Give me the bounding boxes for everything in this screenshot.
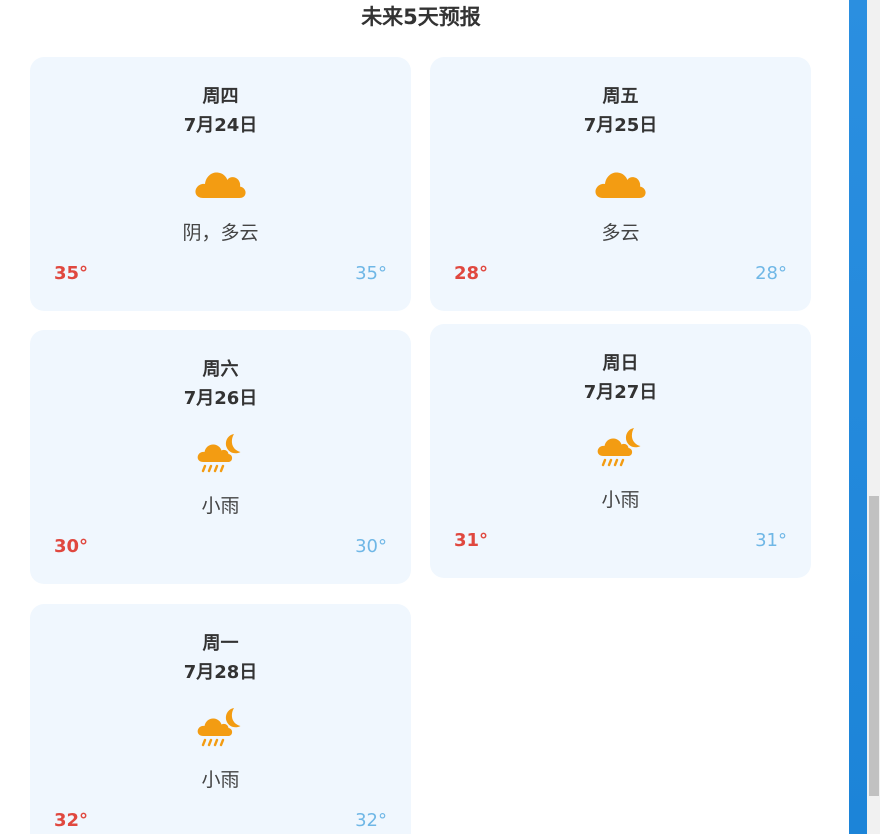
scrollbar-thumb[interactable] (869, 496, 879, 796)
temp-high: 30° (54, 536, 89, 557)
temp-low: 30° (355, 536, 387, 557)
forecast-card-friday: 周五 7月25日 多云 28° 28° (430, 57, 811, 311)
cloud-icon (593, 157, 649, 205)
temp-high: 31° (454, 530, 489, 551)
temp-low: 31° (755, 530, 787, 551)
forecast-card-saturday: 周六 7月26日 小雨 30° 30° (30, 330, 411, 584)
forecast-date: 7月26日 (183, 388, 258, 409)
night-rain-icon (593, 424, 649, 472)
forecast-description: 多云 (601, 222, 640, 244)
forecast-weekday: 周日 (602, 353, 639, 374)
forecast-description: 阴，多云 (182, 222, 259, 244)
temp-high: 32° (54, 810, 89, 831)
forecast-card-sunday: 周日 7月27日 小雨 31° 31° (430, 324, 811, 578)
forecast-card-thursday: 周四 7月24日 阴，多云 35° 35° (30, 57, 411, 311)
section-title: 未来5天预报 (361, 5, 481, 29)
forecast-date: 7月28日 (183, 662, 258, 683)
temp-low: 32° (355, 810, 387, 831)
temp-low: 28° (755, 263, 787, 284)
forecast-weekday: 周一 (202, 633, 239, 654)
forecast-description: 小雨 (601, 489, 640, 511)
forecast-date: 7月24日 (183, 115, 258, 136)
forecast-description: 小雨 (201, 769, 240, 791)
forecast-page: 未来5天预报 周四 7月24日 阴，多云 35° 35° 周五 7月25日 多云… (0, 0, 880, 834)
night-rain-icon (193, 704, 249, 752)
side-accent-bar (849, 0, 867, 834)
forecast-weekday: 周五 (602, 86, 639, 107)
night-rain-icon (193, 430, 249, 478)
forecast-weekday: 周六 (202, 359, 239, 380)
forecast-date: 7月25日 (583, 115, 658, 136)
temp-high: 35° (54, 263, 89, 284)
forecast-card-monday: 周一 7月28日 小雨 32° 32° (30, 604, 411, 834)
forecast-date: 7月27日 (583, 382, 658, 403)
forecast-description: 小雨 (201, 495, 240, 517)
temp-high: 28° (454, 263, 489, 284)
cloud-icon (193, 157, 249, 205)
forecast-weekday: 周四 (202, 86, 239, 107)
temp-low: 35° (355, 263, 387, 284)
